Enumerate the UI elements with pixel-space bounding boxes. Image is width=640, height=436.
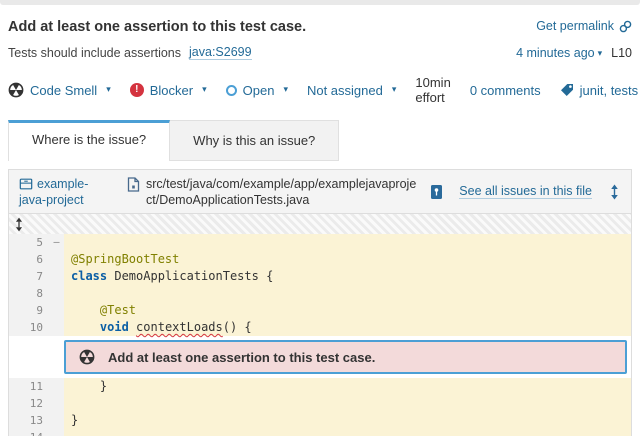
line-number[interactable]: 8 xyxy=(9,285,49,302)
issue-row-gutter xyxy=(9,336,64,378)
line-number[interactable]: 5 xyxy=(9,234,49,251)
line-number[interactable]: 6 xyxy=(9,251,49,268)
get-permalink-label: Get permalink xyxy=(536,19,614,33)
code-text xyxy=(64,395,631,412)
rule-title: Tests should include assertions xyxy=(8,46,181,60)
line-number[interactable]: 13 xyxy=(9,412,49,429)
effort-label: 10min effort xyxy=(415,75,450,105)
issue-message-box[interactable]: Add at least one assertion to this test … xyxy=(64,340,627,374)
fold-marker[interactable]: – xyxy=(49,234,64,251)
line-number[interactable]: 14 xyxy=(9,429,49,436)
code-text xyxy=(64,234,631,251)
fold-marker xyxy=(49,395,64,412)
issue-row: Add at least one assertion to this test … xyxy=(9,336,631,378)
project-icon xyxy=(19,177,33,191)
code-line: 10 void contextLoads() { xyxy=(9,319,631,336)
expand-file-button[interactable] xyxy=(608,184,621,200)
changelog-dropdown[interactable]: 4 minutes ago▾ xyxy=(516,46,602,60)
fold-marker xyxy=(49,429,64,436)
line-reference: L10 xyxy=(611,46,632,60)
issue-header: Add at least one assertion to this test … xyxy=(8,19,632,35)
open-status-icon xyxy=(226,85,237,96)
code-line: 14 xyxy=(9,429,631,436)
expand-lines-above-row[interactable] xyxy=(9,214,631,234)
pin-file-button[interactable] xyxy=(430,184,443,200)
code-lines-before: 5–6 @SpringBootTest 7 class DemoApplication… xyxy=(9,234,631,336)
fold-marker xyxy=(49,319,64,336)
expand-lines-icon xyxy=(13,217,25,232)
fold-marker xyxy=(49,412,64,429)
code-line: 11 } xyxy=(9,378,631,395)
project-link[interactable]: example-java-project xyxy=(19,176,115,208)
fold-marker xyxy=(49,378,64,395)
comments-label: 0 comments xyxy=(470,83,541,98)
chevron-down-icon: ▾ xyxy=(106,84,111,95)
code-line: 6 @SpringBootTest xyxy=(9,251,631,268)
code-text: @SpringBootTest xyxy=(64,251,631,268)
tags-label: junit, tests xyxy=(580,83,639,98)
file-path: src/test/java/com/example/app/examplejav… xyxy=(127,176,418,208)
severity-label: Blocker xyxy=(150,83,193,98)
status-label: Open xyxy=(243,83,275,98)
code-line: 9 @Test xyxy=(9,302,631,319)
tag-icon xyxy=(560,83,574,97)
assignee-dropdown[interactable]: Not assigned ▾ xyxy=(307,83,396,98)
issue-action-bar: Code Smell ▾ ! Blocker ▾ Open ▾ Not assigne… xyxy=(8,75,632,105)
rule-key-link[interactable]: java:S2699 xyxy=(189,45,252,60)
fold-marker xyxy=(49,302,64,319)
code-smell-icon xyxy=(8,82,24,98)
pin-file-icon xyxy=(430,184,443,200)
code-text xyxy=(64,429,631,436)
line-number[interactable]: 12 xyxy=(9,395,49,412)
code-line: 7 class DemoApplicationTests { xyxy=(9,268,631,285)
code-line: 5– xyxy=(9,234,631,251)
code-viewer: example-java-project src/test/java/com/e… xyxy=(8,169,632,436)
code-text: } xyxy=(64,378,631,395)
fold-marker xyxy=(49,285,64,302)
file-icon xyxy=(127,177,140,192)
code-lines-after: 11 }1213}14 xyxy=(9,378,631,436)
issue-title: Add at least one assertion to this test … xyxy=(8,19,306,35)
fold-marker xyxy=(49,268,64,285)
severity-dropdown[interactable]: ! Blocker ▾ xyxy=(130,83,207,98)
code-line: 12 xyxy=(9,395,631,412)
status-dropdown[interactable]: Open ▾ xyxy=(226,83,288,98)
issue-message: Add at least one assertion to this test … xyxy=(108,350,375,365)
issue-subheader: Tests should include assertions java:S26… xyxy=(8,45,632,60)
issue-detail-view: Add at least one assertion to this test … xyxy=(0,5,640,436)
fold-marker xyxy=(49,251,64,268)
code-line: 13} xyxy=(9,412,631,429)
tab-where-is-the-issue[interactable]: Where is the issue? xyxy=(8,120,170,161)
code-text: @Test xyxy=(64,302,631,319)
code-line: 8 xyxy=(9,285,631,302)
chevron-down-icon: ▾ xyxy=(598,48,603,58)
type-label: Code Smell xyxy=(30,83,97,98)
permalink-icon xyxy=(619,20,632,33)
line-number[interactable]: 7 xyxy=(9,268,49,285)
code-text: class DemoApplicationTests { xyxy=(64,268,631,285)
issue-tabs: Where is the issue? Why is this an issue… xyxy=(8,120,632,161)
assignee-label: Not assigned xyxy=(307,83,383,98)
code-smell-icon xyxy=(79,349,95,365)
type-dropdown[interactable]: Code Smell ▾ xyxy=(8,82,111,98)
code-text: } xyxy=(64,412,631,429)
file-header: example-java-project src/test/java/com/e… xyxy=(9,170,631,214)
chevron-down-icon: ▾ xyxy=(202,84,207,95)
blocker-icon: ! xyxy=(130,83,144,97)
line-number[interactable]: 9 xyxy=(9,302,49,319)
chevron-down-icon: ▾ xyxy=(283,84,288,95)
chevron-down-icon: ▾ xyxy=(392,84,397,95)
line-number[interactable]: 11 xyxy=(9,378,49,395)
get-permalink-link[interactable]: Get permalink xyxy=(536,19,632,33)
issue-age: 4 minutes ago xyxy=(516,46,595,60)
see-all-issues-link[interactable]: See all issues in this file xyxy=(459,184,592,199)
comments-link[interactable]: 0 comments xyxy=(470,83,541,98)
code-text: void contextLoads() { xyxy=(64,319,631,336)
code-text xyxy=(64,285,631,302)
expand-vertical-icon xyxy=(608,184,621,200)
line-number[interactable]: 10 xyxy=(9,319,49,336)
tags-dropdown[interactable]: junit, tests▾ xyxy=(560,83,640,98)
tab-why-is-this-an-issue[interactable]: Why is this an issue? xyxy=(170,120,339,161)
file-path-text: src/test/java/com/example/app/examplejav… xyxy=(146,176,418,208)
